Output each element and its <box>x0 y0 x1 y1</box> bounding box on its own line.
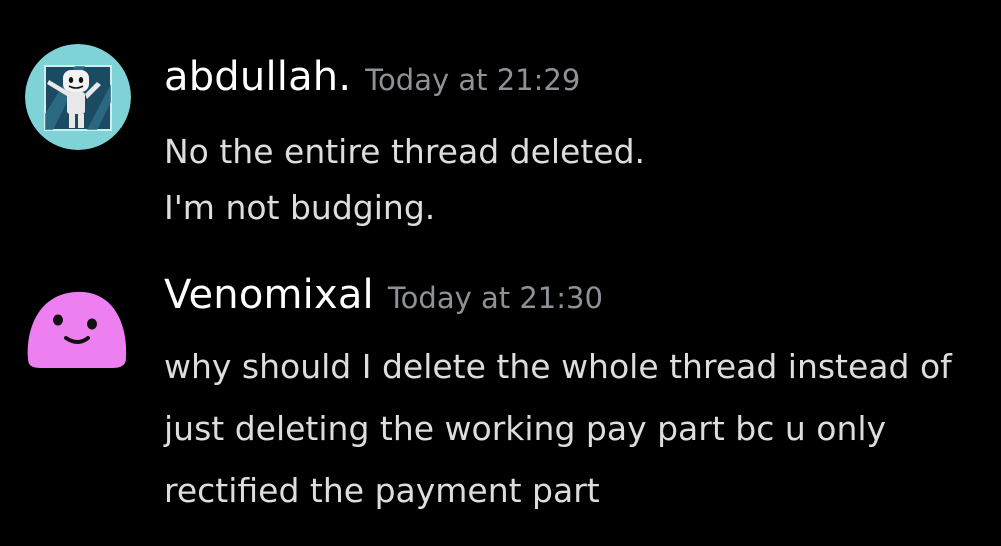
username[interactable]: Venomixal <box>164 272 374 318</box>
message-timestamp: Today at 21:30 <box>387 281 603 315</box>
username[interactable]: abdullah. <box>164 54 351 100</box>
message-line: No the entire thread deleted. <box>164 132 646 171</box>
message-header: Venomixal Today at 21:30 <box>164 272 603 318</box>
user-avatar[interactable] <box>24 270 130 376</box>
chat-message: Venomixal Today at 21:30 why should I del… <box>0 250 1001 546</box>
user-avatar[interactable] <box>25 44 131 150</box>
message-line: rectified the payment part <box>164 471 600 510</box>
message-content: No the entire thread deleted. I'm not bu… <box>164 124 645 236</box>
message-line: why should I delete the whole thread ins… <box>164 347 952 386</box>
message-header: abdullah. Today at 21:29 <box>164 54 580 100</box>
message-timestamp: Today at 21:29 <box>365 63 581 97</box>
message-content: why should I delete the whole thread ins… <box>164 336 952 522</box>
message-line: just deleting the working pay part bc u … <box>164 409 887 448</box>
marshmello-dab-avatar-icon <box>25 44 131 150</box>
pink-slime-face-avatar-icon <box>27 291 127 368</box>
message-line: I'm not budging. <box>164 188 436 227</box>
chat-message: abdullah. Today at 21:29 No the entire th… <box>0 0 1001 250</box>
